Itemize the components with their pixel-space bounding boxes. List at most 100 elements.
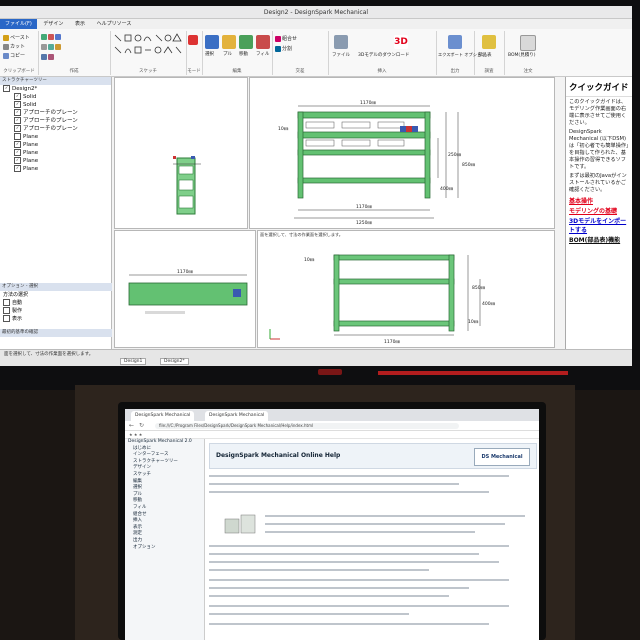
help-nav-item[interactable]: インターフェース xyxy=(125,452,204,459)
visibility-checkbox[interactable] xyxy=(14,133,21,140)
visibility-checkbox[interactable]: ✓ xyxy=(14,165,21,172)
export-icon[interactable] xyxy=(448,35,462,49)
viewport-front[interactable]: 1170㎜ 10㎜ 250㎜ 850㎜ 400㎜ 1170㎜ 1250㎜ xyxy=(249,77,555,229)
options-method: 方法の選択 xyxy=(3,292,29,298)
help-text-line xyxy=(265,523,505,525)
tab-view[interactable]: 表示 xyxy=(70,19,90,29)
visibility-checkbox[interactable]: ✓ xyxy=(3,85,10,92)
help-nav-item[interactable]: DesignSpark Mechanical 2.0 xyxy=(125,439,204,446)
link-bom[interactable]: BOM(部品表)機能 xyxy=(569,235,629,244)
paste-button[interactable]: ペースト xyxy=(3,34,30,41)
combine-button[interactable]: 組合せ xyxy=(275,35,297,42)
tree-item[interactable]: ✓ アプローチのプレーン xyxy=(0,117,111,125)
browser-tab-2[interactable]: DesignSpark Mechanical xyxy=(205,411,269,421)
tab-file[interactable]: ファイル(F) xyxy=(0,19,37,29)
select-icon[interactable] xyxy=(205,35,219,49)
viewport-side[interactable] xyxy=(114,77,248,229)
reload-icon[interactable]: ↻ xyxy=(139,422,144,429)
bom-quote-icon[interactable] xyxy=(520,35,536,51)
option-auto[interactable]: 自動 xyxy=(0,299,112,307)
tab-design[interactable]: デザイン xyxy=(38,19,68,29)
top-view-model: 1170㎜ xyxy=(128,269,248,314)
tree-item[interactable]: ✓ Design2* xyxy=(0,85,111,93)
link-modeling-basics[interactable]: モデリングの基礎 xyxy=(569,206,629,215)
link-basic-ops[interactable]: 基本操作 xyxy=(569,196,629,205)
visibility-checkbox[interactable]: ✓ xyxy=(14,93,21,100)
laptop-screen: DesignSpark Mechanical DesignSpark Mecha… xyxy=(125,409,539,640)
help-nav-item[interactable]: 移動 xyxy=(125,498,204,505)
group-label-clipboard: クリップボード xyxy=(3,69,35,74)
visibility-checkbox[interactable]: ✓ xyxy=(14,149,21,156)
bom-quote-button[interactable]: BOM(見積り) xyxy=(508,52,535,58)
visibility-checkbox[interactable]: ✓ xyxy=(14,141,21,148)
help-nav-item[interactable]: スケッチ xyxy=(125,472,204,479)
file-insert-button[interactable]: ファイル xyxy=(332,52,350,58)
help-nav-item[interactable]: 出力 xyxy=(125,538,204,545)
fill-icon[interactable] xyxy=(256,35,270,49)
option-make[interactable]: 製作 xyxy=(0,307,112,315)
option-display[interactable]: 表示 xyxy=(0,315,112,323)
dim-400-bottom: 400㎜ xyxy=(482,301,496,307)
address-bar: ← ↻ file:///C:/Program Files/DesignSpark… xyxy=(125,421,539,431)
help-nav-item[interactable]: フィル xyxy=(125,505,204,512)
help-nav-item[interactable]: 挿入 xyxy=(125,518,204,525)
help-page-title: DesignSpark Mechanical Online Help xyxy=(216,452,341,459)
dim-400-top: 400㎜ xyxy=(440,186,454,192)
guide-para-3: まずは最初のJavaがインストールされているかご確認ください。 xyxy=(569,173,627,193)
tree-item[interactable]: ✓ Plane xyxy=(0,157,111,165)
visibility-checkbox[interactable]: ✓ xyxy=(14,125,21,132)
visibility-checkbox[interactable]: ✓ xyxy=(14,117,21,124)
tree-item[interactable]: ✓ アプローチのプレーン xyxy=(0,109,111,117)
fill-button[interactable]: フィル xyxy=(256,51,269,57)
url-input[interactable]: file:///C:/Program Files/DesignSpark/Des… xyxy=(155,423,459,429)
cut-button[interactable]: カット xyxy=(3,43,25,50)
doc-tab-design2[interactable]: Design2* xyxy=(160,358,189,365)
tab-help[interactable]: ヘルプリソース xyxy=(92,19,137,29)
help-nav-item[interactable]: オプション xyxy=(125,545,204,552)
tree-item[interactable]: ✓ アプローチのプレーン xyxy=(0,125,111,133)
select-button[interactable]: 選択 xyxy=(205,51,214,57)
pull-icon[interactable] xyxy=(222,35,236,49)
tree-item[interactable]: ✓ Plane xyxy=(0,165,111,173)
group-label-create: 作成 xyxy=(69,69,79,74)
3d-download-button[interactable]: 3Dモデルのダウンロード xyxy=(358,52,409,58)
help-nav-item[interactable]: 測定 xyxy=(125,531,204,538)
help-nav-item[interactable]: 選択 xyxy=(125,485,204,492)
visibility-checkbox[interactable]: ✓ xyxy=(14,109,21,116)
3d-download-icon[interactable]: 3D xyxy=(394,35,408,49)
group-insert: 3D ファイル 3Dモデルのダウンロード 挿入 xyxy=(328,31,437,75)
orient-tool[interactable] xyxy=(41,34,62,41)
browser-tab-1[interactable]: DesignSpark Mechanical xyxy=(131,411,195,421)
visibility-checkbox[interactable]: ✓ xyxy=(14,157,21,164)
link-import-3d[interactable]: 3Dモデルをインポートする xyxy=(569,216,629,234)
dim-1170-bottom: 1170㎜ xyxy=(356,204,372,210)
tree-item[interactable]: ✓ Solid xyxy=(0,101,111,109)
copy-button[interactable]: コピー xyxy=(3,52,25,59)
file-insert-icon[interactable] xyxy=(334,35,348,49)
top-monitor: Design2 - DesignSpark Mechanical ファイル(F)… xyxy=(0,0,640,390)
tree-item[interactable]: ✓ Solid xyxy=(0,93,111,101)
tree-item[interactable]: Plane xyxy=(0,133,111,141)
status-bar: 面を選択して、寸法の作業面を選択します。 Design1 Design2* xyxy=(0,349,632,366)
back-icon[interactable]: ← xyxy=(129,422,134,429)
help-text-line xyxy=(209,553,479,555)
bom-button[interactable]: 部品表 xyxy=(478,52,492,58)
tree-item[interactable]: ✓ Plane xyxy=(0,149,111,157)
viewport-iso[interactable]: 面を選択して、寸法の作業面を選択します。 10㎜ 850㎜ 400㎜ 10㎜ 1… xyxy=(257,230,555,348)
move-icon[interactable] xyxy=(239,35,253,49)
sketch-tools-icon[interactable] xyxy=(110,31,186,65)
view-tool[interactable] xyxy=(41,44,62,51)
help-nav-item[interactable]: デザイン xyxy=(125,465,204,472)
monitor-led-strip xyxy=(378,371,568,375)
sketch-mode-icon[interactable] xyxy=(188,35,198,45)
doc-tab-design1[interactable]: Design1 xyxy=(120,358,147,365)
tree-item[interactable]: ✓ Plane xyxy=(0,141,111,149)
split-button[interactable]: 分割 xyxy=(275,45,292,52)
viewport-top[interactable]: 1170㎜ xyxy=(114,230,256,348)
visibility-checkbox[interactable]: ✓ xyxy=(14,101,21,108)
bom-icon[interactable] xyxy=(482,35,496,49)
pull-button[interactable]: プル xyxy=(223,51,232,57)
help-header: DesignSpark Mechanical Online Help DS Me… xyxy=(209,443,537,469)
move-button[interactable]: 移動 xyxy=(239,51,248,57)
zoom-tool[interactable] xyxy=(41,54,55,61)
